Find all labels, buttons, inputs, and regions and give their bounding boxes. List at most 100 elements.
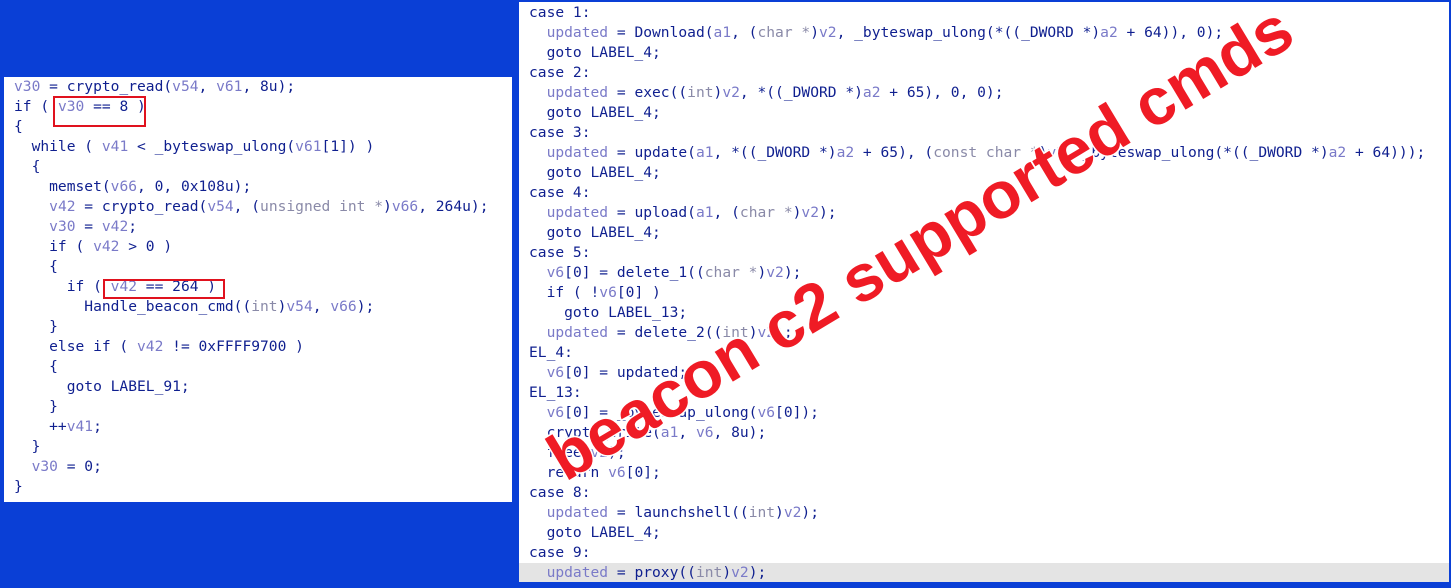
code-text: case 4: [529, 184, 591, 201]
code-text: { [14, 358, 58, 375]
right-code-line: case 2: [529, 63, 1449, 83]
code-variable: a2 [862, 84, 881, 101]
code-variable: v66 [391, 198, 419, 215]
code-variable: v6 [546, 364, 565, 381]
code-variable: v42 [137, 338, 164, 355]
code-variable: v41 [101, 138, 129, 155]
code-text: [0] ) [616, 284, 661, 301]
right-code-line: updated = launchshell((int)v2); [529, 503, 1449, 523]
code-variable: v30 [31, 458, 58, 475]
code-type: char * [739, 204, 793, 221]
code-text: = upload( [608, 204, 696, 221]
code-text: { [14, 258, 58, 275]
code-text: , *((_DWORD *) [739, 84, 863, 101]
code-type: unsigned int * [260, 198, 384, 215]
code-text: , ( [233, 198, 261, 215]
code-variable: a2 [836, 144, 855, 161]
code-text: ) [775, 504, 784, 521]
code-text: , _byteswap_ulong(*((_DWORD *) [836, 24, 1101, 41]
right-code-pane: case 1: updated = Download(a1, (char *)v… [519, 2, 1449, 582]
code-variable: updated [546, 504, 609, 521]
code-variable: a1 [695, 144, 714, 161]
code-text: EL_13: [529, 384, 582, 401]
code-variable: v42 [49, 198, 76, 215]
code-variable: updated [546, 324, 609, 341]
right-code-line: case 3: [529, 123, 1449, 143]
left-code-line: } [14, 477, 489, 497]
code-text: = [75, 218, 102, 235]
code-text: = 0; [57, 458, 102, 475]
code-variable: v54 [172, 78, 199, 95]
code-text: ; [128, 218, 138, 235]
code-text: Handle_beacon_cmd(( [14, 298, 252, 315]
code-text: [0]; [625, 464, 661, 481]
code-variable: v41 [66, 418, 94, 435]
code-text: } [14, 478, 23, 495]
code-text: = Download( [608, 24, 714, 41]
code-text: memset( [14, 178, 111, 195]
code-variable: v2 [801, 204, 819, 221]
code-variable: a2 [1100, 24, 1118, 41]
code-variable: v30 [14, 78, 41, 95]
left-code-line: v30 = crypto_read(v54, v61, 8u); [14, 77, 489, 97]
code-text: = crypto_read( [40, 78, 173, 95]
left-code-pane: v30 = crypto_read(v54, v61, 8u); if ( v30… [4, 77, 512, 502]
code-variable: v61 [295, 138, 322, 155]
code-text: goto LABEL_4; [529, 524, 661, 541]
code-variable: v6 [757, 404, 776, 421]
left-code-line: ++v41; [14, 417, 489, 437]
left-code-line: { [14, 357, 489, 377]
left-code-line: while ( v41 < _byteswap_ulong(v61[1]) ) [14, 137, 489, 157]
left-code-line: } [14, 397, 489, 417]
left-code-line: v30 = v42; [14, 217, 489, 237]
code-variable: v2 [818, 24, 837, 41]
code-text: EL_4: [529, 344, 573, 361]
code-text: } [14, 318, 58, 335]
code-text: } [14, 438, 41, 455]
code-text: goto LABEL_4; [529, 104, 661, 121]
code-variable: updated [546, 84, 609, 101]
code-variable: a1 [695, 204, 714, 221]
code-variable: v6 [695, 424, 714, 441]
code-text: , [312, 298, 331, 315]
code-text: ); [748, 564, 767, 581]
code-text: , ( [713, 204, 740, 221]
code-text: goto LABEL_4; [529, 164, 661, 181]
code-type: char * [757, 24, 811, 41]
left-code-line: if ( v42 > 0 ) [14, 237, 489, 257]
left-code-line: } [14, 437, 489, 457]
code-text: if ( [14, 278, 111, 295]
code-text: , 8u); [713, 424, 767, 441]
code-text: ); [819, 204, 837, 221]
code-text: goto LABEL_4; [529, 44, 661, 61]
code-text: while ( [14, 138, 102, 155]
code-text: [0]); [775, 404, 819, 421]
code-variable: v2 [783, 504, 802, 521]
code-variable: v66 [330, 298, 357, 315]
code-text: if ( ! [529, 284, 600, 301]
right-code-line: free(v2); [529, 443, 1449, 463]
right-code-line: case 5: [529, 243, 1449, 263]
code-text: , *((_DWORD *) [713, 144, 837, 161]
code-variable: v6 [546, 264, 565, 281]
code-variable: v61 [216, 78, 243, 95]
code-text: ; [93, 418, 102, 435]
code-variable: updated [546, 144, 609, 161]
code-text: [0] = delete_1(( [564, 264, 705, 281]
code-type: int [695, 564, 723, 581]
code-text: = launchshell(( [608, 504, 749, 521]
right-code-line: updated = proxy((int)v2); [519, 563, 1449, 582]
code-text: case 3: [529, 124, 591, 141]
code-type: int [687, 84, 714, 101]
right-code-line: case 9: [529, 543, 1449, 563]
left-code-line: } [14, 317, 489, 337]
code-type: char * [704, 264, 758, 281]
code-text: if ( [14, 98, 58, 115]
